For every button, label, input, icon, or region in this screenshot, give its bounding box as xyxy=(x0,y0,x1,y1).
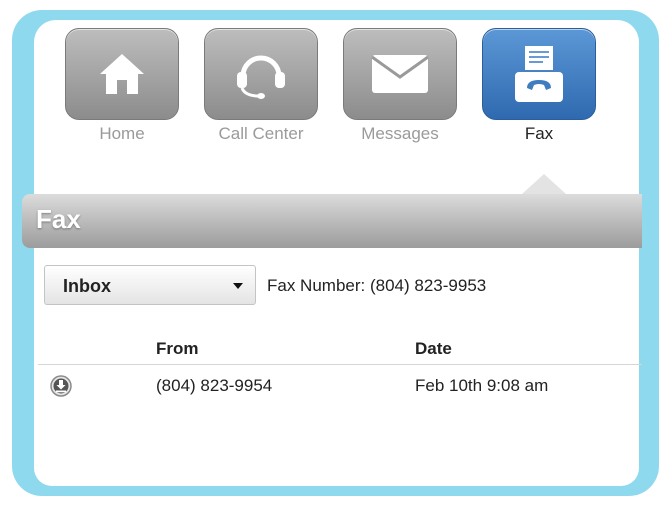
folder-select-value: Inbox xyxy=(63,276,111,296)
tab-fax[interactable]: Fax xyxy=(482,28,596,144)
download-icon[interactable] xyxy=(50,375,72,397)
fax-number-label: Fax Number: (804) 823-9953 xyxy=(267,276,487,295)
panel-title: Fax xyxy=(36,204,81,234)
table-row[interactable]: (804) 823-9954 Feb 10th 9:08 am xyxy=(0,372,617,406)
tab-fax-tile[interactable] xyxy=(482,28,596,120)
column-header-from: From xyxy=(156,339,199,358)
panel-header: Fax xyxy=(22,194,642,248)
table-divider xyxy=(38,364,642,365)
headset-icon xyxy=(237,55,285,99)
folder-select[interactable]: Inbox xyxy=(44,265,256,305)
tab-messages-tile[interactable] xyxy=(343,28,457,120)
envelope-icon xyxy=(371,55,429,93)
tab-fax-label: Fax xyxy=(524,124,554,143)
tab-messages-label: Messages xyxy=(361,124,439,143)
active-tab-pointer xyxy=(522,174,566,194)
chevron-down-icon xyxy=(233,283,243,289)
tab-home-tile[interactable] xyxy=(65,28,179,120)
tab-call-center[interactable]: Call Center xyxy=(204,28,318,144)
row-date: Feb 10th 9:08 am xyxy=(415,376,549,395)
home-icon xyxy=(100,54,144,94)
tab-call-center-tile[interactable] xyxy=(204,28,318,120)
tab-home[interactable]: Home xyxy=(65,28,179,144)
row-from: (804) 823-9954 xyxy=(156,376,273,395)
column-header-date: Date xyxy=(415,339,452,358)
tab-messages[interactable]: Messages xyxy=(343,28,457,144)
tab-home-label: Home xyxy=(99,124,145,143)
tab-call-center-label: Call Center xyxy=(218,124,304,143)
fax-icon xyxy=(515,46,563,102)
